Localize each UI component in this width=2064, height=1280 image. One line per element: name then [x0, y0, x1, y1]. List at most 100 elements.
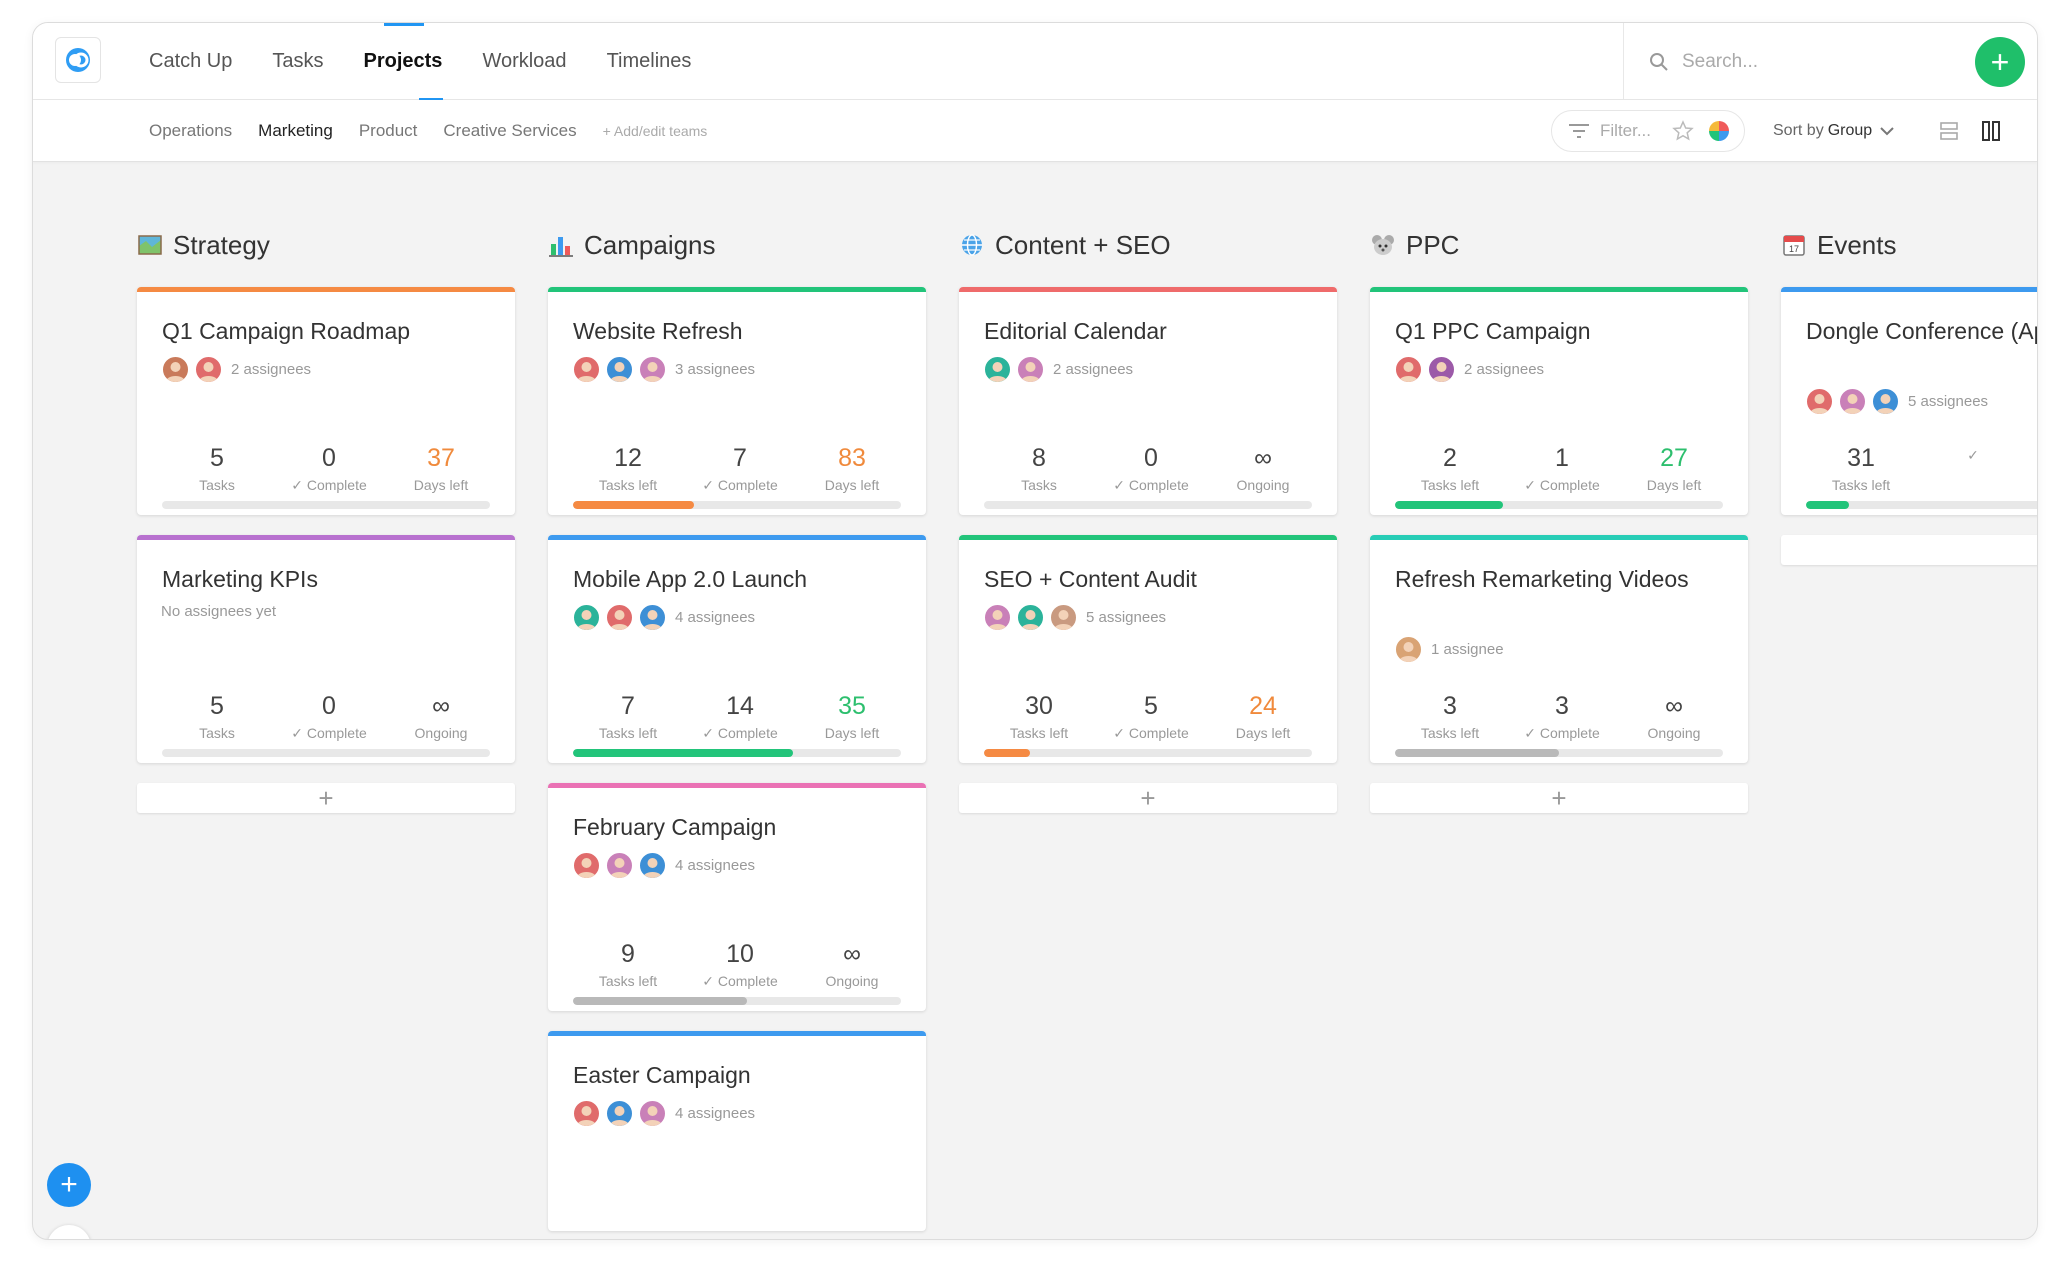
- nav-tab-projects[interactable]: Projects: [364, 23, 443, 101]
- assignee-list[interactable]: 3 assignees: [572, 355, 755, 384]
- avatar[interactable]: [1394, 355, 1423, 384]
- card-color-strip: [137, 287, 515, 292]
- nav-tab-tasks[interactable]: Tasks: [272, 23, 323, 100]
- avatar[interactable]: [1427, 355, 1456, 384]
- nav-tab-timelines[interactable]: Timelines: [607, 23, 692, 100]
- top-navigation-bar: Catch Up Tasks Projects Workload Timelines +: [33, 23, 2037, 101]
- assignee-count: 4 assignees: [675, 1105, 756, 1122]
- project-card[interactable]: Refresh Remarketing Videos 1 assignee 3 Tas…: [1370, 535, 1748, 763]
- avatar[interactable]: [1016, 355, 1045, 384]
- column-header[interactable]: PPC: [1370, 228, 1459, 262]
- add-project-button[interactable]: +: [1370, 783, 1748, 813]
- avatar[interactable]: [1871, 387, 1900, 416]
- color-filter-icon[interactable]: [1708, 120, 1730, 142]
- board-view-icon[interactable]: [1981, 119, 2001, 143]
- app-logo-icon[interactable]: [55, 37, 101, 83]
- add-project-button[interactable]: +: [137, 783, 515, 813]
- filter-box[interactable]: Filter...: [1551, 110, 1745, 152]
- project-card[interactable]: Q1 Campaign Roadmap 2 assignees 5 Tasks 0 ✓ C…: [137, 287, 515, 515]
- assignee-list[interactable]: 1 assignee: [1394, 635, 1504, 664]
- progress-bar: [573, 749, 901, 757]
- avatar[interactable]: [572, 603, 601, 632]
- avatar[interactable]: [1838, 387, 1867, 416]
- search-input[interactable]: [1682, 50, 1962, 73]
- stat: 8 Tasks: [983, 443, 1095, 494]
- project-card[interactable]: Q1 PPC Campaign 2 assignees 2 Tasks left 1 ✓ …: [1370, 287, 1748, 515]
- avatar[interactable]: [638, 851, 667, 880]
- card-title: Website Refresh: [573, 318, 743, 344]
- avatar[interactable]: [983, 355, 1012, 384]
- project-card[interactable]: Marketing KPIs No assignees yet 5 Tasks 0 ✓ C…: [137, 535, 515, 763]
- add-button[interactable]: +: [1975, 37, 2025, 87]
- assignee-list[interactable]: 5 assignees: [983, 603, 1166, 632]
- project-card[interactable]: Mobile App 2.0 Launch 4 assignees 7 Tasks l…: [548, 535, 926, 763]
- avatar[interactable]: [605, 851, 634, 880]
- assignee-list[interactable]: No assignees yet: [161, 603, 276, 620]
- assignee-count: 5 assignees: [1908, 393, 1989, 410]
- avatar[interactable]: [605, 1099, 634, 1128]
- avatar[interactable]: [638, 355, 667, 384]
- team-tab-operations[interactable]: Operations: [149, 121, 232, 141]
- progress-bar: [1395, 749, 1723, 757]
- avatar[interactable]: [1016, 603, 1045, 632]
- column-header[interactable]: Strategy: [137, 228, 270, 262]
- avatar[interactable]: [638, 1099, 667, 1128]
- stat: 83 Days left: [796, 443, 908, 494]
- stat-label: Tasks left: [598, 725, 658, 741]
- chevron-down-icon: [1880, 127, 1894, 136]
- card-color-strip: [548, 783, 926, 788]
- filter-input[interactable]: Filter...: [1600, 121, 1664, 141]
- project-card[interactable]: Editorial Calendar 2 assignees 8 Tasks 0 ✓ Co…: [959, 287, 1337, 515]
- avatar[interactable]: [1049, 603, 1078, 632]
- add-edit-teams-link[interactable]: + Add/edit teams: [603, 123, 708, 139]
- project-card[interactable]: February Campaign 4 assignees 9 Tasks left 1…: [548, 783, 926, 1011]
- nav-tab-workload[interactable]: Workload: [482, 23, 566, 100]
- avatar[interactable]: [638, 603, 667, 632]
- stat-label: Ongoing: [414, 725, 468, 741]
- assignee-count: 5 assignees: [1086, 609, 1167, 626]
- avatar[interactable]: [572, 1099, 601, 1128]
- assignee-list[interactable]: 4 assignees: [572, 851, 755, 880]
- stat: 5 Tasks: [161, 691, 273, 742]
- project-card[interactable]: SEO + Content Audit 5 assignees 30 Tasks le…: [959, 535, 1337, 763]
- project-card[interactable]: Dongle Conference (April 2018) 5 assignee…: [1781, 287, 2037, 515]
- avatar[interactable]: [1394, 635, 1423, 664]
- list-view-icon[interactable]: [1939, 120, 1959, 142]
- assignee-list[interactable]: 4 assignees: [572, 603, 755, 632]
- project-card[interactable]: Website Refresh 3 assignees 12 Tasks left 7 ✓…: [548, 287, 926, 515]
- card-title: Q1 PPC Campaign: [1395, 318, 1591, 344]
- assignee-list[interactable]: 5 assignees: [1805, 387, 1988, 416]
- column-header[interactable]: Content + SEO: [959, 228, 1171, 262]
- card-stats: 7 Tasks left 14 ✓ Complete 35 Days left: [548, 691, 926, 742]
- assignee-list[interactable]: 4 assignees: [572, 1099, 755, 1128]
- mouse-icon: [1370, 232, 1396, 258]
- avatar[interactable]: [605, 603, 634, 632]
- assignee-list[interactable]: 2 assignees: [1394, 355, 1544, 384]
- avatar[interactable]: [194, 355, 223, 384]
- team-tab-product[interactable]: Product: [359, 121, 418, 141]
- add-project-button[interactable]: +: [959, 783, 1337, 813]
- avatar[interactable]: [605, 355, 634, 384]
- progress-fill: [1806, 501, 1849, 509]
- avatar[interactable]: [572, 851, 601, 880]
- avatar[interactable]: [983, 603, 1012, 632]
- avatar[interactable]: [161, 355, 190, 384]
- assignee-list[interactable]: 2 assignees: [983, 355, 1133, 384]
- avatar[interactable]: [572, 355, 601, 384]
- team-tab-creative-services[interactable]: Creative Services: [443, 121, 576, 141]
- star-icon[interactable]: [1672, 120, 1694, 142]
- progress-fill: [1395, 501, 1504, 509]
- stat-value: 10: [726, 940, 754, 968]
- team-tab-marketing[interactable]: Marketing: [258, 121, 333, 141]
- column-header[interactable]: 17 Events: [1781, 228, 1897, 262]
- quick-add-button[interactable]: +: [47, 1163, 91, 1207]
- project-card[interactable]: Easter Campaign 4 assignees: [548, 1031, 926, 1231]
- add-project-button[interactable]: [1781, 535, 2037, 565]
- svg-text:17: 17: [1789, 244, 1799, 254]
- avatar[interactable]: [1805, 387, 1834, 416]
- column-header[interactable]: Campaigns: [548, 228, 716, 262]
- assignee-list[interactable]: 2 assignees: [161, 355, 311, 384]
- sort-dropdown[interactable]: Sort by Group: [1773, 100, 1894, 162]
- nav-tab-catch-up[interactable]: Catch Up: [149, 23, 232, 100]
- card-title: Dongle Conference (April 2018): [1806, 318, 2037, 344]
